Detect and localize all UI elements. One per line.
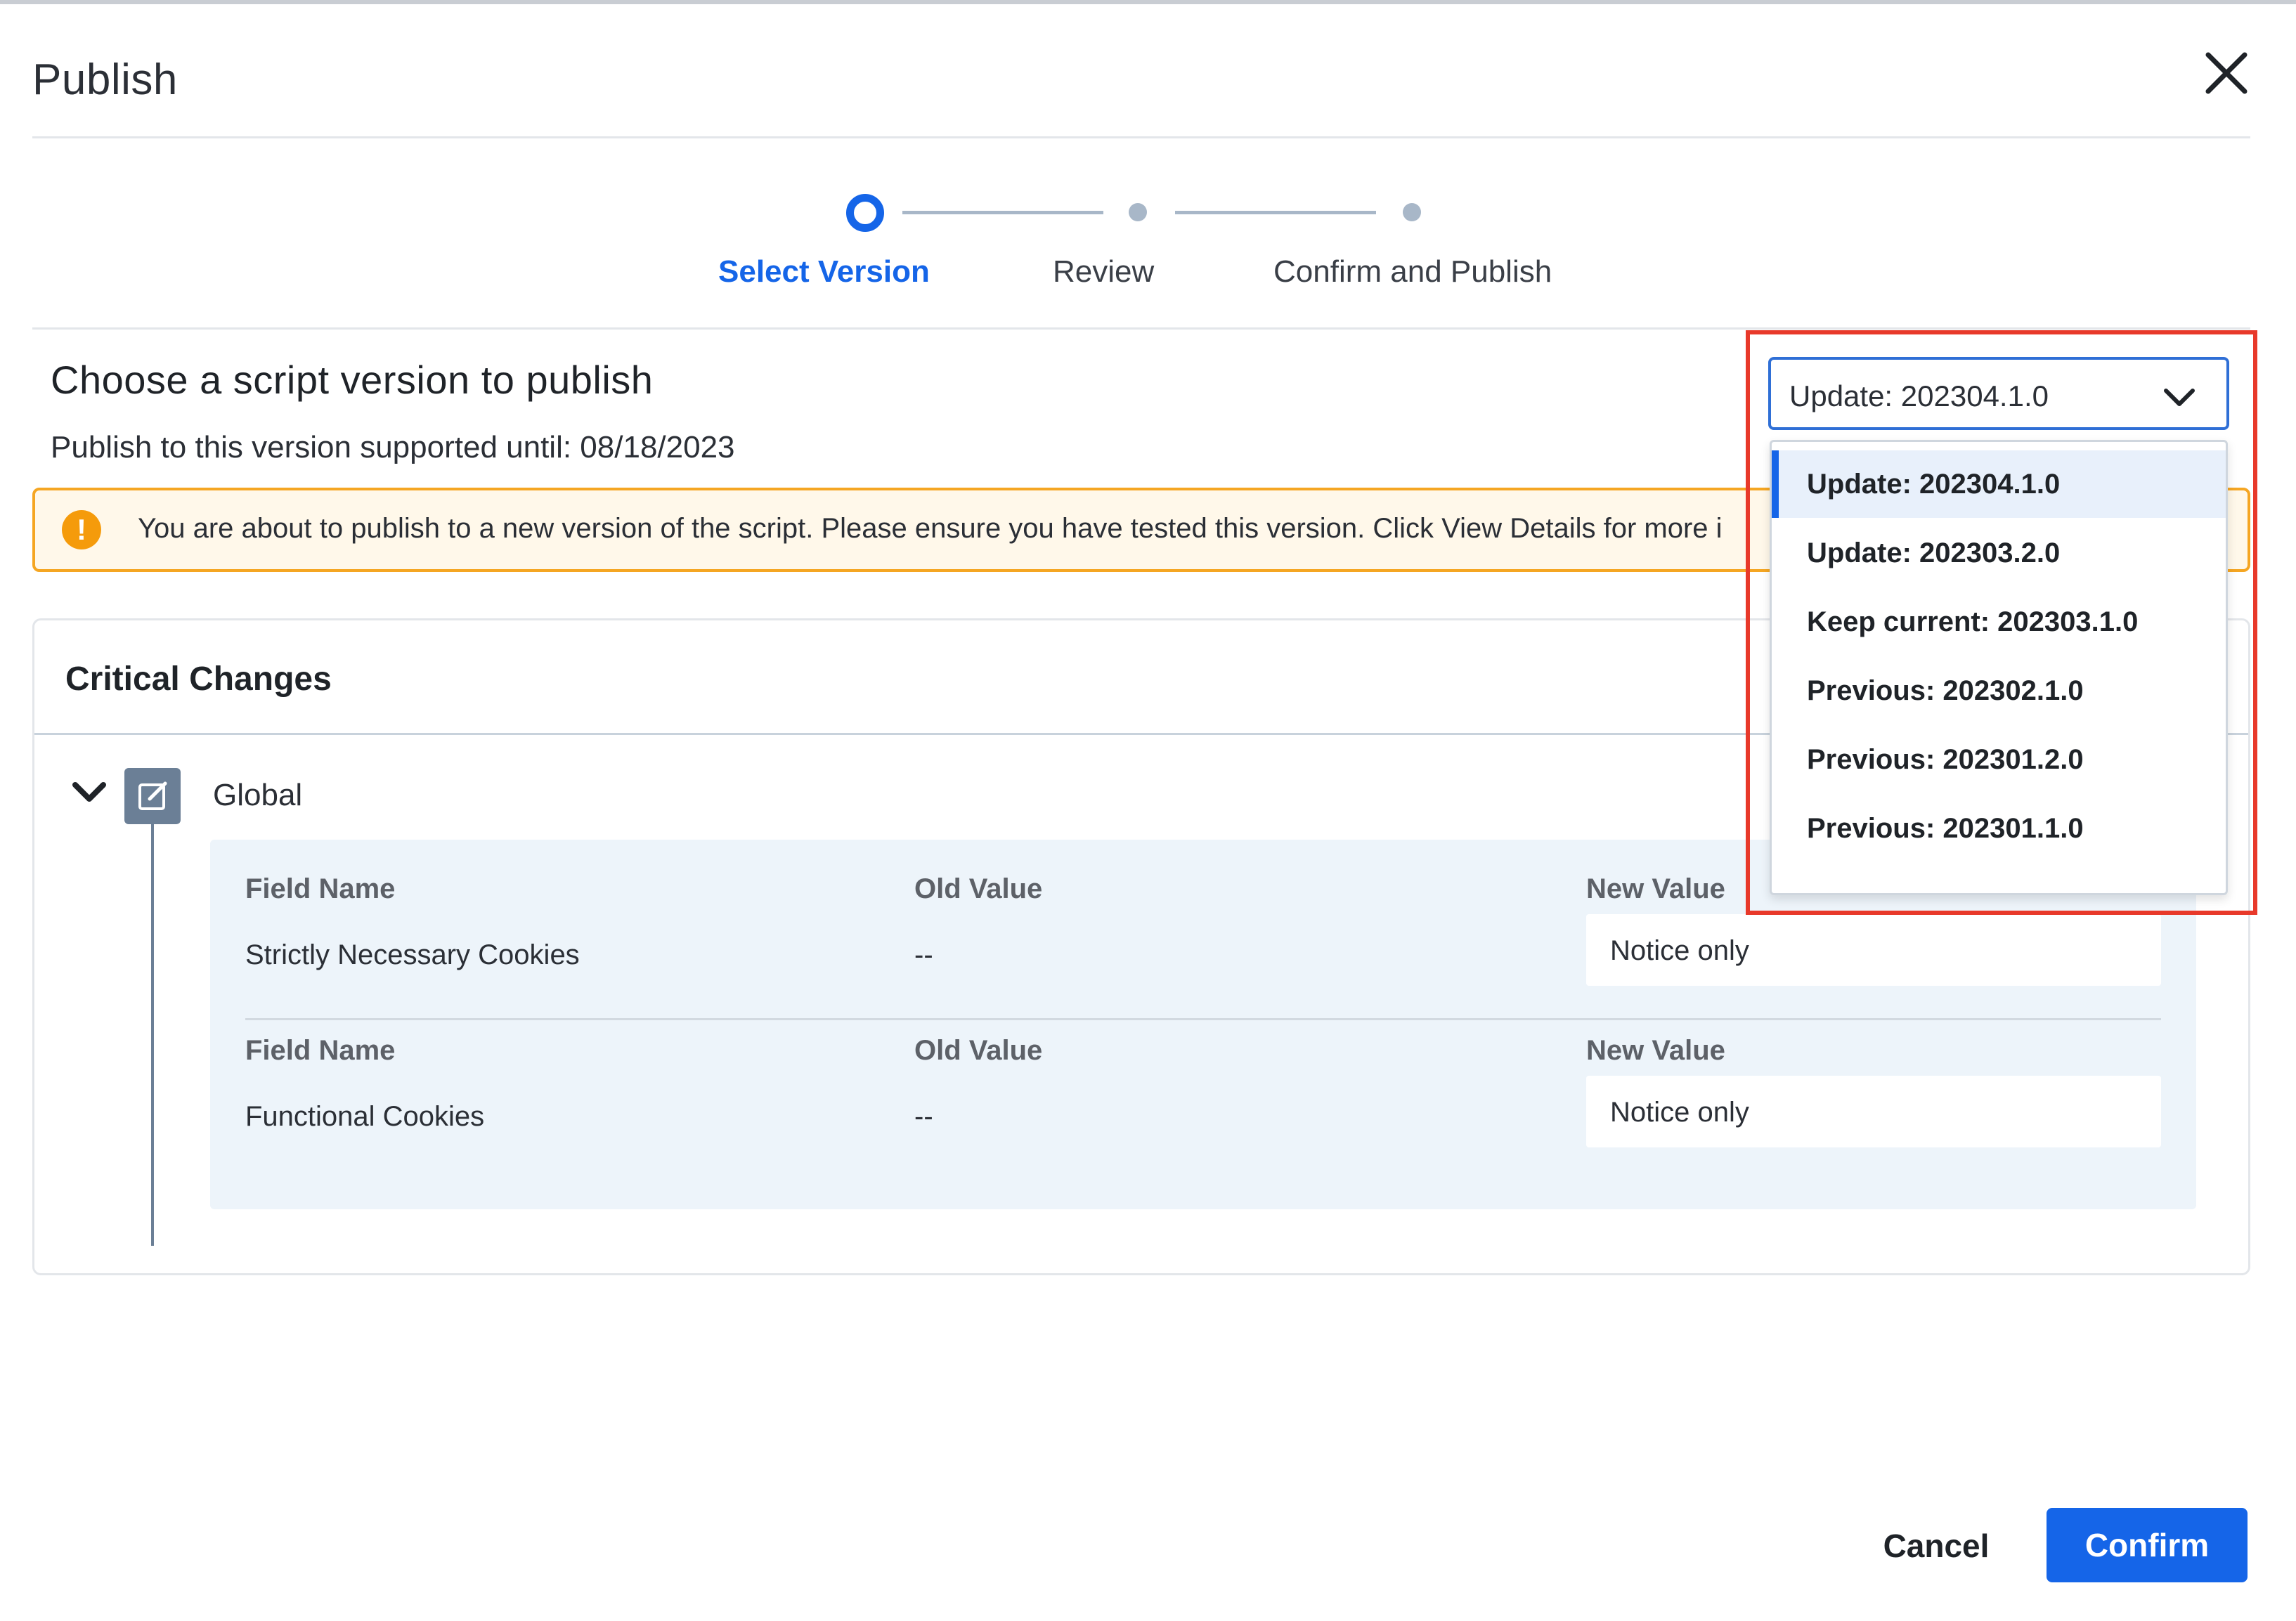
confirm-button[interactable]: Confirm [2047,1508,2248,1582]
old-value-header: Old Value [914,1035,1043,1066]
row-divider [245,1018,2161,1020]
step-connector [1175,211,1376,214]
version-option[interactable]: Keep current: 202303.1.0 [1772,588,2226,656]
step-connector [902,211,1103,214]
cancel-button[interactable]: Cancel [1855,1511,2017,1581]
version-support-text: Publish to this version supported until:… [51,430,735,464]
version-option-label: Update: 202304.1.0 [1807,469,2061,500]
edit-badge [124,768,181,824]
field-name-value: Strictly Necessary Cookies [245,939,580,970]
step-label-select-version: Select Version [718,254,930,289]
section-divider [32,327,2250,330]
step-indicator-confirm [1403,203,1421,221]
chevron-down-icon [2160,378,2198,416]
group-label-global: Global [213,778,303,812]
version-select-value: Update: 202304.1.0 [1789,379,2049,412]
chevron-down-icon [72,782,106,802]
version-option[interactable]: Previous: 202301.1.0 [1772,795,2226,862]
step-indicator-select-version [846,194,884,232]
version-select[interactable]: Update: 202304.1.0 [1768,357,2229,430]
version-option[interactable]: Previous: 202302.1.0 [1772,657,2226,724]
field-name-header: Field Name [245,1035,396,1066]
collapse-toggle[interactable] [70,772,109,812]
step-indicator-review [1129,203,1147,221]
old-value: -- [914,939,933,970]
version-section-title: Choose a script version to publish [51,358,654,402]
version-option-label: Keep current: 202303.1.0 [1807,606,2139,637]
new-value: Notice only [1610,935,1749,966]
exclamation-icon: ! [62,510,101,549]
new-value-header: New Value [1586,1035,1725,1066]
tree-line [151,824,154,1246]
version-option-label: Previous: 202301.2.0 [1807,744,2084,775]
version-option[interactable]: Update: 202303.2.0 [1772,519,2226,587]
step-label-confirm-and-publish: Confirm and Publish [1273,254,1552,289]
version-menu: Update: 202304.1.0 Update: 202303.2.0 Ke… [1770,440,2228,895]
new-value-box: Notice only [1586,1076,2161,1147]
edit-icon [138,781,167,810]
version-option[interactable]: Previous: 202301.2.0 [1772,726,2226,793]
old-value: -- [914,1101,933,1132]
version-option-label: Previous: 202302.1.0 [1807,675,2084,706]
new-value: Notice only [1610,1097,1749,1128]
version-option[interactable]: Update: 202304.1.0 [1772,450,2226,518]
field-name-value: Functional Cookies [245,1101,485,1132]
warning-text: You are about to publish to a new versio… [138,513,1723,544]
field-name-header: Field Name [245,873,396,904]
version-option-label: Previous: 202301.1.0 [1807,813,2084,844]
step-label-review: Review [1053,254,1155,289]
stepper: Select Version Review Confirm and Publis… [0,0,2296,323]
critical-changes-title: Critical Changes [65,660,332,698]
old-value-header: Old Value [914,873,1043,904]
new-value-box: Notice only [1586,914,2161,986]
new-value-header: New Value [1586,873,1725,904]
version-option-label: Update: 202303.2.0 [1807,538,2061,568]
